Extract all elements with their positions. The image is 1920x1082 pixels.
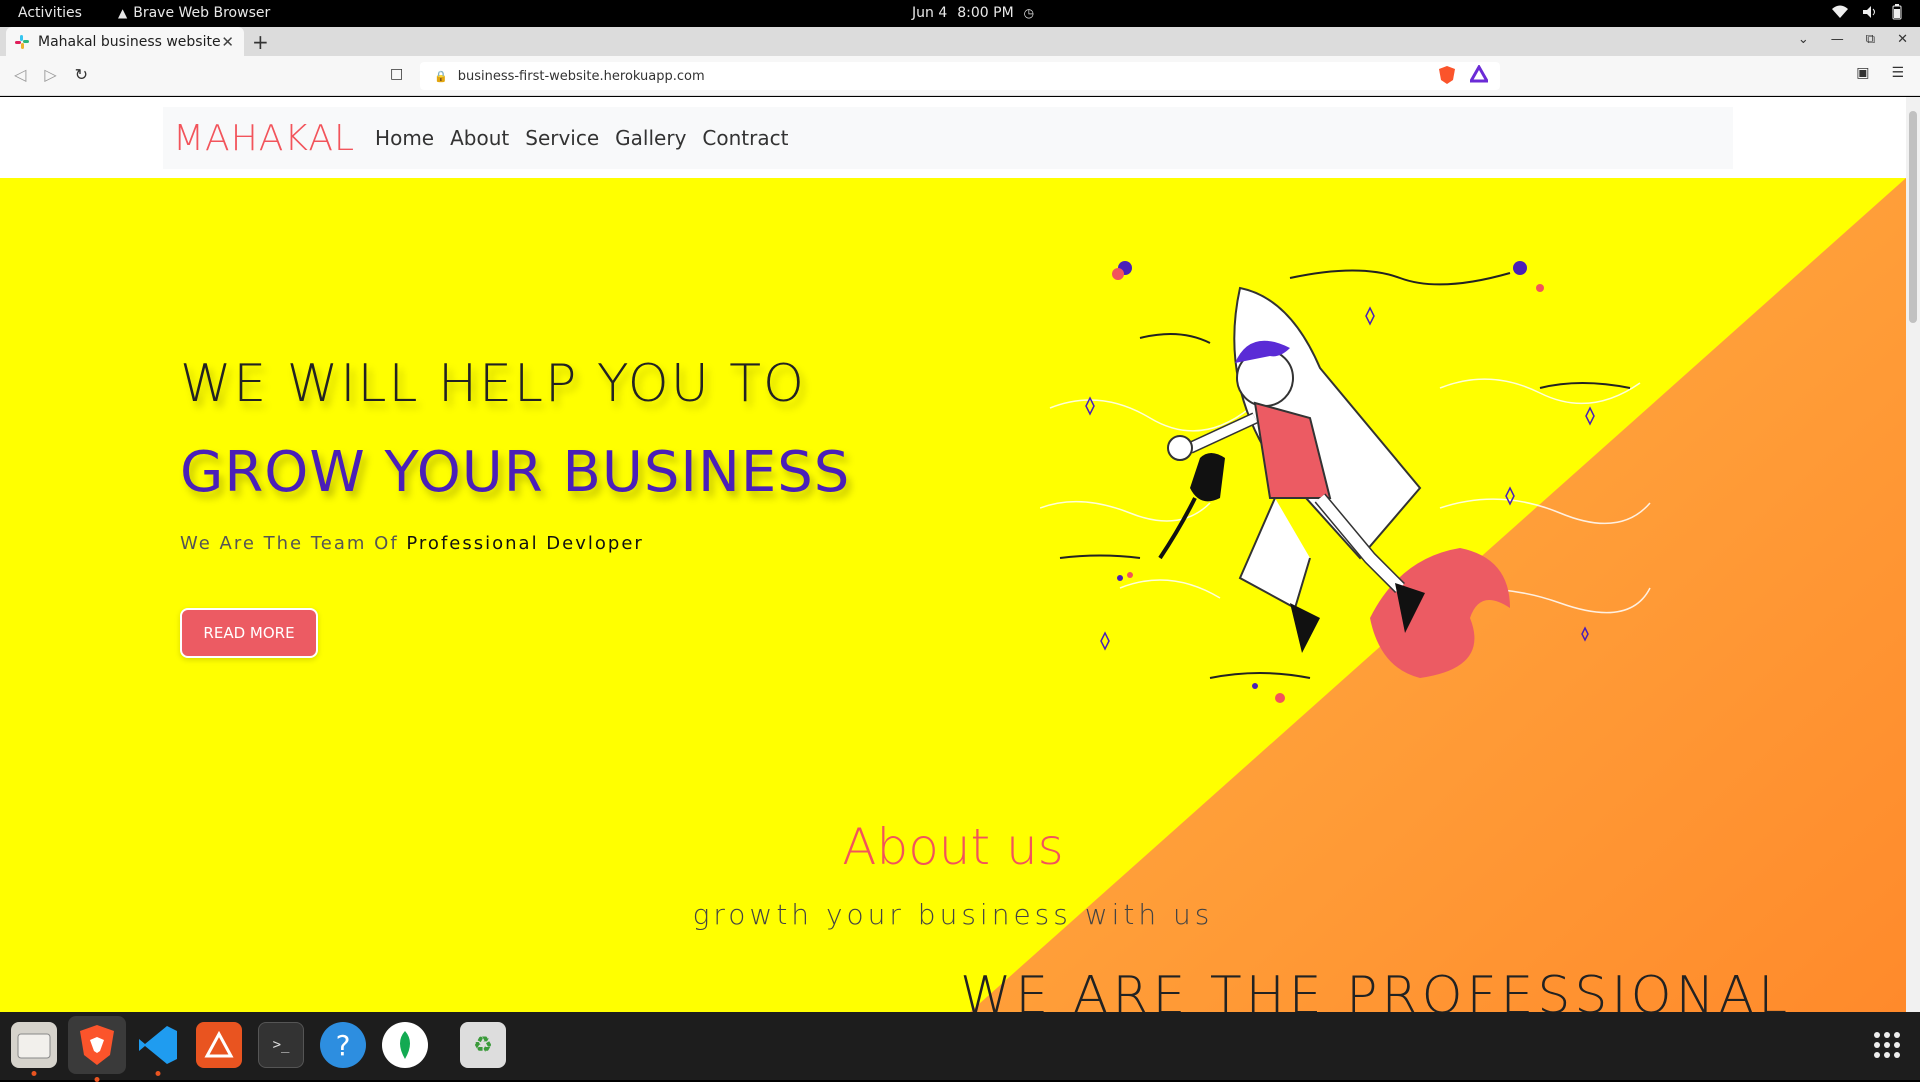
site-header: MAHAKAL Home About Service Gallery Contr…: [0, 97, 1906, 178]
tab-mahakal[interactable]: Mahakal business website ✕: [6, 27, 244, 56]
window-controls: ⌄ — ⧉ ✕: [1798, 32, 1908, 47]
files-icon[interactable]: [11, 1022, 57, 1076]
trash-icon[interactable]: ♻: [460, 1022, 506, 1068]
menu-icon[interactable]: ☰: [1891, 65, 1904, 81]
brave-shield-icon[interactable]: [1438, 65, 1456, 85]
address-toolbar: ◁ ▷ ↻ □ 🔒 business-first-website.herokua…: [0, 56, 1920, 96]
forward-icon[interactable]: ▷: [44, 65, 56, 84]
app-menu[interactable]: ▲ Brave Web Browser: [118, 5, 270, 21]
nav-gallery[interactable]: Gallery: [615, 126, 686, 150]
read-more-button[interactable]: READ MORE: [180, 608, 318, 658]
wallet-icon[interactable]: ▣: [1856, 65, 1869, 81]
vscode-icon[interactable]: [135, 1022, 181, 1076]
url-field[interactable]: 🔒 business-first-website.herokuapp.com: [420, 62, 1500, 90]
about-subtitle: growth your business with us: [692, 898, 1214, 931]
close-window-button[interactable]: ✕: [1897, 32, 1908, 47]
nav-service[interactable]: Service: [525, 126, 599, 150]
time-label: 8:00 PM: [957, 5, 1014, 21]
hero-line-1: WE WILL HELP YOU TO: [180, 354, 806, 414]
hero-section: WE WILL HELP YOU TO GROW YOUR BUSINESS W…: [0, 178, 1906, 1012]
close-tab-icon[interactable]: ✕: [221, 33, 234, 51]
nav-about[interactable]: About: [450, 126, 509, 150]
brave-rewards-icon[interactable]: [1470, 65, 1488, 83]
brave-shields: [1438, 65, 1488, 85]
tab-title: Mahakal business website: [38, 33, 221, 50]
wifi-icon: [1832, 5, 1848, 18]
hero-subtitle: We Are The Team Of Professional Devloper: [180, 533, 644, 554]
new-tab-button[interactable]: +: [252, 30, 269, 54]
mongodb-compass-icon[interactable]: [382, 1022, 428, 1068]
scrollbar-thumb[interactable]: [1909, 111, 1917, 323]
volume-icon: [1863, 6, 1875, 18]
url-text: business-first-website.herokuapp.com: [457, 68, 705, 84]
rocket-man-illustration: [1040, 261, 1651, 703]
hero-subtitle-prefix: We Are The Team Of: [180, 533, 399, 554]
brave-icon: ▲: [118, 6, 128, 20]
system-tray[interactable]: [1832, 4, 1902, 20]
slack-favicon-icon: [15, 34, 29, 49]
battery-icon: [1892, 4, 1902, 20]
activities-button[interactable]: Activities: [18, 5, 82, 21]
minimize-button[interactable]: —: [1831, 32, 1844, 47]
back-icon[interactable]: ◁: [14, 65, 26, 84]
app-name: Brave Web Browser: [133, 5, 271, 21]
nav-home[interactable]: Home: [375, 126, 434, 150]
tab-list-icon[interactable]: ⌄: [1798, 32, 1809, 47]
site-brand[interactable]: MAHAKAL: [173, 118, 355, 159]
terminal-icon[interactable]: >_: [258, 1022, 304, 1068]
page-scrollbar[interactable]: [1906, 97, 1920, 1012]
system-top-bar: Activities ▲ Brave Web Browser Jun 4 8:0…: [0, 0, 1920, 27]
lock-icon: 🔒: [434, 69, 448, 83]
ubuntu-dock: >_ ? ♻: [0, 1012, 1920, 1082]
site-menu: Home About Service Gallery Contract: [375, 126, 788, 150]
software-center-icon[interactable]: [196, 1022, 242, 1068]
hero-subtitle-strong: Professional Devloper: [406, 533, 644, 554]
reload-icon[interactable]: ↻: [75, 65, 88, 84]
brave-icon[interactable]: [68, 1016, 126, 1082]
clock[interactable]: Jun 4 8:00 PM ◷: [912, 5, 1034, 21]
hero-line-2: GROW YOUR BUSINESS: [180, 440, 851, 505]
toolbar-right: ▣ ☰: [1856, 65, 1904, 81]
nav-buttons: ◁ ▷ ↻: [14, 65, 88, 84]
about-title: About us: [842, 818, 1064, 876]
alarm-icon: ◷: [1023, 6, 1035, 20]
tab-bar: Mahakal business website ✕ + ⌄ — ⧉ ✕: [0, 27, 1920, 56]
site-navbar: MAHAKAL Home About Service Gallery Contr…: [163, 107, 1733, 169]
help-icon[interactable]: ?: [320, 1022, 366, 1068]
about-heading: WE ARE THE PROFESSIONAL: [960, 966, 1792, 1012]
bookmark-icon[interactable]: □: [390, 66, 403, 82]
app-grid-icon[interactable]: [1864, 1022, 1910, 1068]
nav-contract[interactable]: Contract: [702, 126, 788, 150]
web-page: MAHAKAL Home About Service Gallery Contr…: [0, 97, 1906, 1012]
date-label: Jun 4: [912, 5, 948, 21]
restore-button[interactable]: ⧉: [1866, 32, 1875, 47]
